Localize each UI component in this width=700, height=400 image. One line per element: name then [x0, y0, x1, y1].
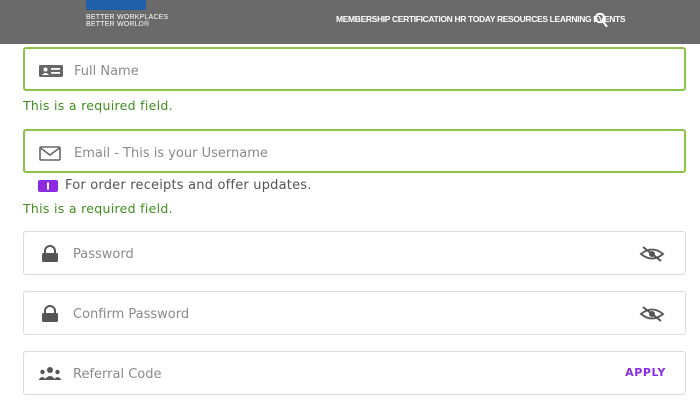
lock-icon: [42, 245, 58, 262]
full-name-field[interactable]: [23, 47, 686, 91]
confirm-password-field[interactable]: [23, 291, 686, 335]
top-navigation-bar: BETTER WORKPLACES BETTER WORLD® MEMBERSH…: [0, 0, 700, 44]
full-name-input[interactable]: [74, 60, 614, 82]
apply-button[interactable]: APPLY: [625, 366, 666, 379]
email-field[interactable]: [23, 129, 686, 173]
lock-icon: [42, 305, 58, 322]
id-card-icon: [39, 65, 63, 77]
main-nav-links[interactable]: MEMBERSHIP CERTIFICATION HR TODAY RESOUR…: [336, 14, 626, 24]
referral-code-input[interactable]: [73, 363, 613, 385]
envelope-icon: [39, 146, 61, 161]
eye-slash-icon[interactable]: [639, 305, 665, 323]
eye-slash-icon[interactable]: [639, 245, 665, 263]
info-badge-icon: [38, 180, 58, 192]
logo-mark: [86, 0, 146, 10]
email-input[interactable]: [74, 142, 614, 164]
email-note-text: For order receipts and offer updates.: [65, 178, 312, 193]
password-input[interactable]: [73, 243, 613, 265]
confirm-password-input[interactable]: [73, 303, 613, 325]
logo-tagline-line-1: BETTER WORKPLACES: [86, 14, 169, 21]
users-icon: [38, 367, 62, 380]
full-name-error: This is a required field.: [23, 98, 173, 113]
search-icon[interactable]: [594, 12, 608, 28]
logo-tagline-line-2: BETTER WORLD®: [86, 21, 150, 28]
password-field[interactable]: [23, 231, 686, 275]
shrm-logo[interactable]: BETTER WORKPLACES BETTER WORLD®: [84, 0, 168, 44]
email-error: This is a required field.: [23, 201, 173, 216]
referral-code-field[interactable]: APPLY: [23, 351, 686, 395]
